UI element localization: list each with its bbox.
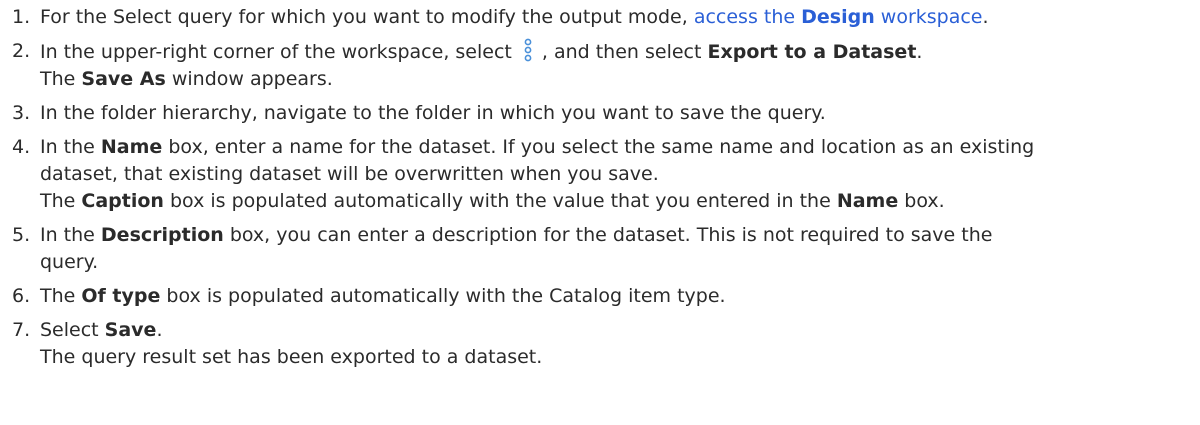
- step-instruction: box, enter a name for the dataset. If yo…: [162, 136, 1035, 158]
- step-punctuation: .: [156, 319, 163, 341]
- of-type-box-label: Of type: [81, 285, 161, 307]
- export-to-dataset-label: Export to a Dataset: [707, 41, 917, 63]
- step-6: 6. The Of type box is populated automati…: [0, 283, 1200, 310]
- step-number: 5.: [12, 224, 31, 246]
- step-instruction: , and then select: [541, 41, 708, 63]
- step-number: 4.: [12, 136, 31, 158]
- step-3: 3. In the folder hierarchy, navigate to …: [0, 100, 1200, 127]
- step-instruction: box is populated automatically with the …: [160, 285, 726, 307]
- step-punctuation: .: [982, 6, 989, 28]
- step-instruction: In the: [40, 136, 101, 158]
- step-result: The Caption box is populated automatical…: [40, 188, 1200, 215]
- step-number: 1.: [12, 6, 31, 28]
- result-text: box is populated automatically with the …: [163, 190, 837, 212]
- step-instruction: For the Select query for which you want …: [40, 6, 694, 28]
- step-7: 7. Select Save. The query result set has…: [0, 317, 1200, 371]
- kebab-menu-icon[interactable]: [520, 38, 536, 62]
- step-text: Select Save.: [40, 317, 1200, 344]
- design-workspace-link[interactable]: access the Design workspace: [694, 6, 983, 28]
- step-punctuation: .: [916, 41, 923, 63]
- step-number: 2.: [12, 40, 31, 62]
- result-text: The: [40, 68, 82, 90]
- step-text: In the upper-right corner of the workspa…: [40, 38, 1200, 66]
- procedure-steps: 1. For the Select query for which you wa…: [0, 4, 1200, 378]
- step-text: In the Description box, you can enter a …: [40, 222, 1200, 249]
- result-text: box.: [898, 190, 945, 212]
- name-box-label: Name: [100, 136, 163, 158]
- step-5: 5. In the Description box, you can enter…: [0, 222, 1200, 276]
- step-result: The Save As window appears.: [40, 66, 1200, 93]
- save-as-label: Save As: [81, 68, 166, 90]
- step-instruction: In the: [40, 224, 101, 246]
- step-instruction: In the upper-right corner of the workspa…: [40, 41, 512, 63]
- step-text: The Of type box is populated automatical…: [40, 283, 1200, 310]
- step-instruction: box, you can enter a description for the…: [223, 224, 993, 246]
- link-text: access the: [693, 6, 802, 28]
- step-text: In the folder hierarchy, navigate to the…: [40, 102, 826, 124]
- step-4: 4. In the Name box, enter a name for the…: [0, 134, 1200, 215]
- link-text: workspace: [874, 6, 983, 28]
- step-instruction: The: [40, 285, 82, 307]
- save-label: Save: [104, 319, 157, 341]
- step-number: 3.: [12, 102, 31, 124]
- step-1: 1. For the Select query for which you wa…: [0, 4, 1200, 31]
- step-text: In the Name box, enter a name for the da…: [40, 134, 1200, 161]
- step-number: 6.: [12, 285, 31, 307]
- step-instruction: Select: [40, 319, 105, 341]
- step-text: For the Select query for which you want …: [40, 4, 1200, 31]
- step-result: The query result set has been exported t…: [40, 346, 543, 368]
- step-text-continued: dataset, that existing dataset will be o…: [40, 163, 659, 185]
- result-text: window appears.: [165, 68, 333, 90]
- link-bold-text: Design: [801, 6, 875, 28]
- step-text-continued: query.: [40, 251, 99, 273]
- step-2: 2. In the upper-right corner of the work…: [0, 38, 1200, 93]
- name-box-label: Name: [836, 190, 899, 212]
- caption-box-label: Caption: [81, 190, 164, 212]
- result-text: The: [40, 190, 82, 212]
- description-box-label: Description: [100, 224, 224, 246]
- step-number: 7.: [12, 319, 31, 341]
